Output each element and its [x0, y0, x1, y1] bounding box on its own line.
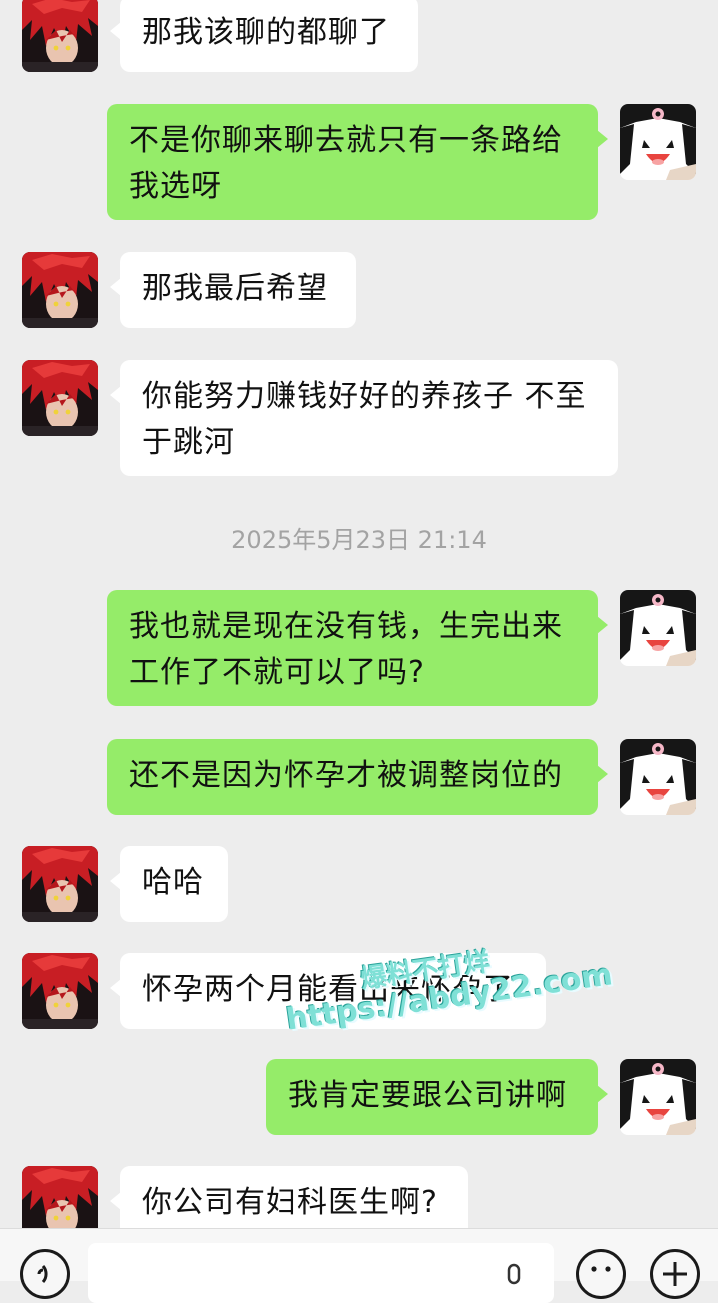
mic-icon [507, 1263, 521, 1285]
timestamp: 2025年5月23日 21:14 [231, 526, 487, 554]
voice-toggle-button[interactable] [20, 1249, 70, 1299]
avatar-image [22, 252, 98, 328]
more-button[interactable] [650, 1249, 700, 1299]
avatar-image [22, 1166, 98, 1228]
message-bubble-outgoing[interactable]: 我也就是现在没有钱，生完出来工作了不就可以了吗? [107, 590, 608, 706]
avatar-image [22, 846, 98, 922]
message-bubble-outgoing[interactable]: 不是你聊来聊去就只有一条路给我选呀 [107, 104, 608, 220]
avatar-image [620, 104, 696, 180]
message-input[interactable] [88, 1243, 554, 1303]
avatar-image [22, 953, 98, 1029]
avatar-image [620, 739, 696, 815]
avatar-image [620, 590, 696, 666]
message-bubble-outgoing[interactable]: 还不是因为怀孕才被调整岗位的 [107, 739, 608, 815]
contact-avatar[interactable] [22, 1166, 98, 1228]
contact-avatar[interactable] [22, 360, 98, 436]
emoji-icon [591, 1266, 611, 1272]
message-bubble-incoming[interactable]: 哈哈 [110, 846, 228, 922]
voice-icon [37, 1265, 48, 1283]
avatar-image [22, 0, 98, 72]
contact-avatar[interactable] [22, 846, 98, 922]
avatar-image [620, 1059, 696, 1135]
avatar-image [22, 360, 98, 436]
emoji-button[interactable] [576, 1249, 626, 1299]
my-avatar[interactable] [620, 1059, 696, 1135]
my-avatar[interactable] [620, 104, 696, 180]
input-bar [0, 1228, 718, 1303]
contact-avatar[interactable] [22, 252, 98, 328]
contact-avatar[interactable] [22, 0, 98, 72]
my-avatar[interactable] [620, 739, 696, 815]
chat-area[interactable]: 那我该聊的都聊了 不是你聊来聊去就只有一条路给我选呀 那我最后希望 你能努力赚钱… [0, 0, 718, 1228]
plus-icon [663, 1262, 687, 1286]
message-bubble-incoming[interactable]: 怀孕两个月能看出来怀孕了 [110, 953, 546, 1029]
message-bubble-incoming[interactable]: 你能努力赚钱好好的养孩子 不至于跳河 [110, 360, 618, 476]
contact-avatar[interactable] [22, 953, 98, 1029]
message-bubble-incoming[interactable]: 那我该聊的都聊了 [110, 0, 418, 72]
message-bubble-incoming[interactable]: 你公司有妇科医生啊? [110, 1166, 468, 1228]
my-avatar[interactable] [620, 590, 696, 666]
message-bubble-outgoing[interactable]: 我肯定要跟公司讲啊 [266, 1059, 608, 1135]
message-bubble-incoming[interactable]: 那我最后希望 [110, 252, 356, 328]
